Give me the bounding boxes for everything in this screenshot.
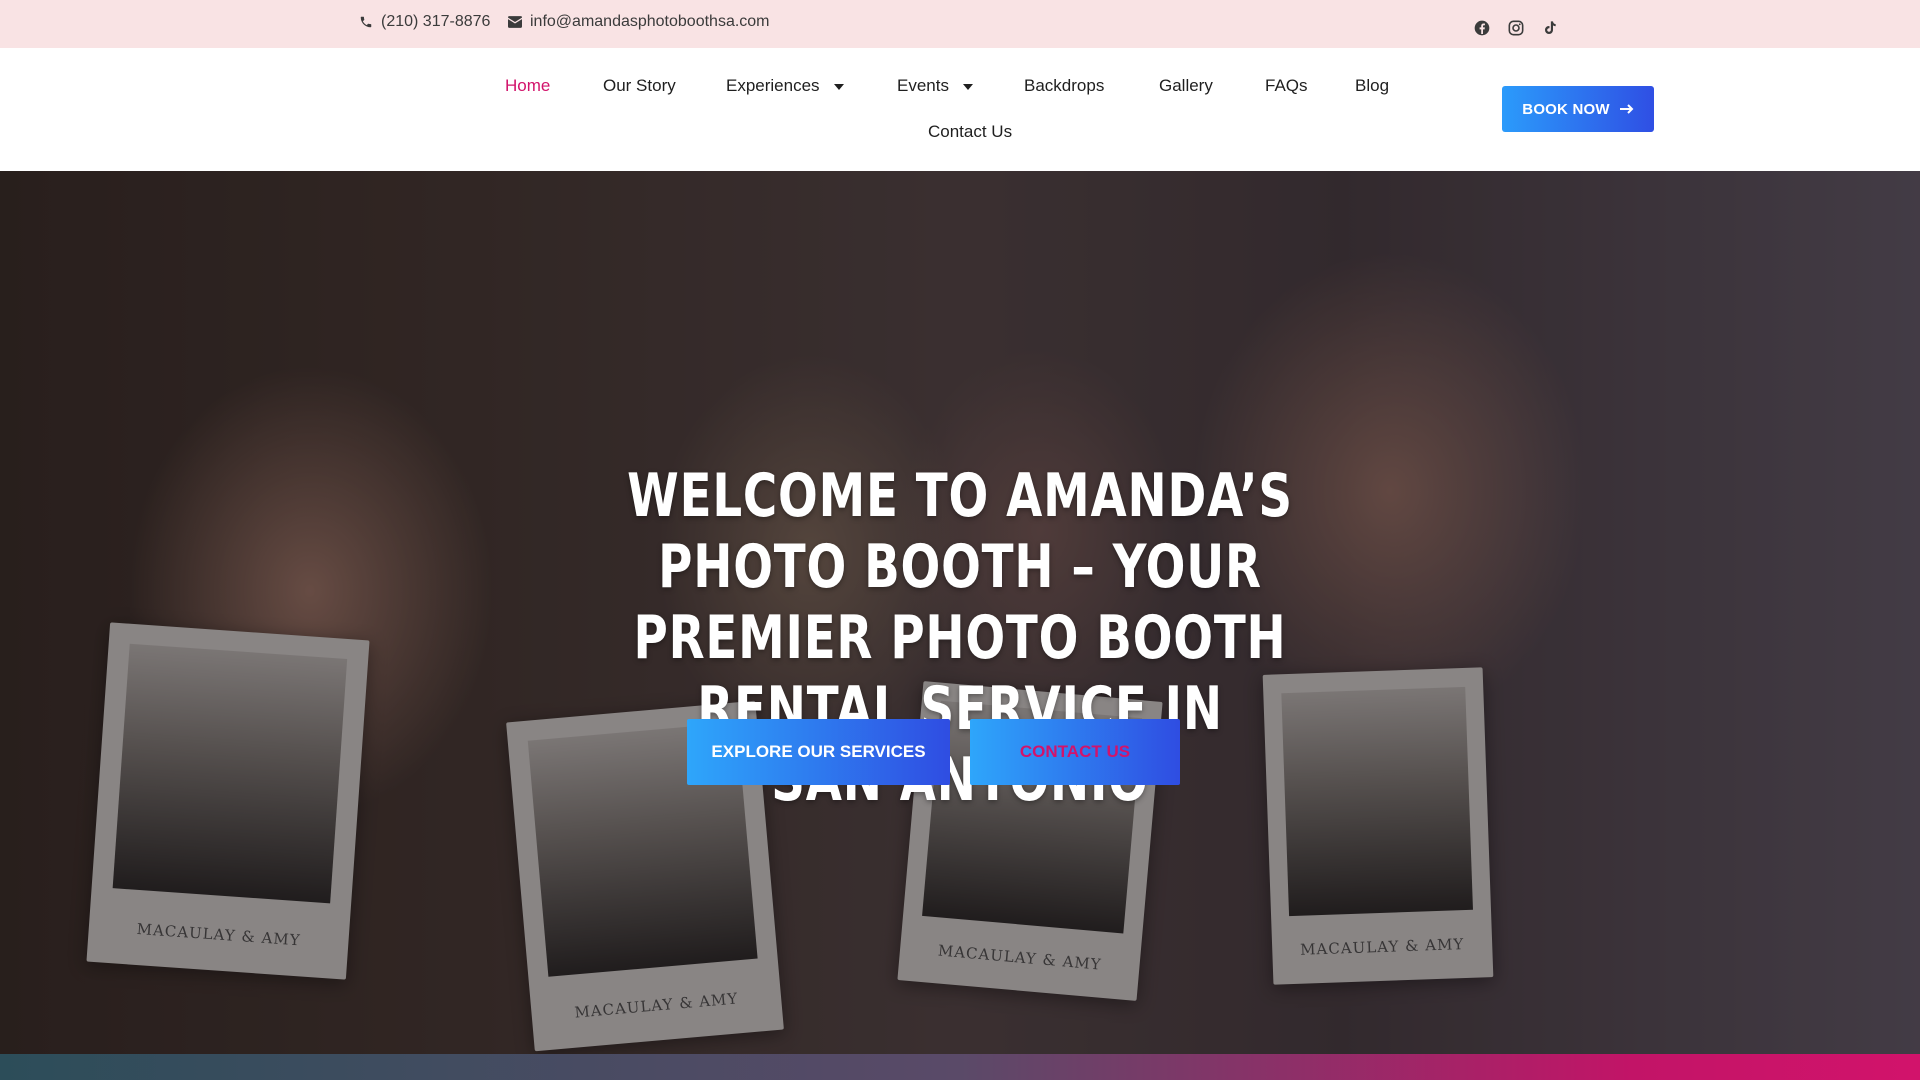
phone-link[interactable]: (210) 317-8876 bbox=[359, 13, 490, 31]
hero-section: MACAULAY & AMY MACAULAY & AMY MACAULAY &… bbox=[0, 171, 1920, 1054]
top-contact-bar: (210) 317-8876 info@amandasphotoboothsa.… bbox=[0, 0, 1920, 48]
nav-experiences[interactable]: Experiences bbox=[726, 76, 844, 96]
nav-blog[interactable]: Blog bbox=[1355, 76, 1389, 96]
nav-gallery[interactable]: Gallery bbox=[1159, 76, 1213, 96]
explore-services-button[interactable]: EXPLORE OUR SERVICES bbox=[687, 719, 950, 785]
book-now-button[interactable]: BOOK NOW bbox=[1502, 86, 1654, 132]
nav-contact-us[interactable]: Contact Us bbox=[928, 122, 1012, 142]
nav-events-label: Events bbox=[897, 76, 949, 95]
arrow-right-icon bbox=[1619, 101, 1634, 118]
email-link[interactable]: info@amandasphotoboothsa.com bbox=[508, 13, 770, 31]
email-address: info@amandasphotoboothsa.com bbox=[530, 13, 770, 30]
nav-our-story[interactable]: Our Story bbox=[603, 76, 676, 96]
envelope-icon bbox=[508, 16, 522, 28]
main-header: Home Our Story Experiences Events Backdr… bbox=[0, 48, 1920, 171]
book-now-label: BOOK NOW bbox=[1522, 100, 1610, 118]
social-links bbox=[1474, 20, 1558, 36]
instagram-icon[interactable] bbox=[1508, 20, 1524, 36]
nav-experiences-label: Experiences bbox=[726, 76, 820, 95]
contact-us-button[interactable]: CONTACT US bbox=[970, 719, 1180, 785]
chevron-down-icon bbox=[962, 84, 973, 90]
nav-backdrops[interactable]: Backdrops bbox=[1024, 76, 1104, 96]
hero-heading: WELCOME TO AMANDA’S PHOTO BOOTH – YOUR P… bbox=[531, 461, 1389, 816]
phone-icon bbox=[359, 15, 373, 29]
nav-home[interactable]: Home bbox=[505, 76, 550, 96]
tiktok-icon[interactable] bbox=[1542, 20, 1558, 36]
section-divider-bar bbox=[0, 1054, 1920, 1080]
facebook-icon[interactable] bbox=[1474, 20, 1490, 36]
nav-events[interactable]: Events bbox=[897, 76, 973, 96]
chevron-down-icon bbox=[833, 84, 844, 90]
nav-faqs[interactable]: FAQs bbox=[1265, 76, 1308, 96]
hero-heading-line: WELCOME TO AMANDA’S PHOTO BOOTH – YOUR bbox=[627, 461, 1293, 602]
phone-number: (210) 317-8876 bbox=[381, 13, 491, 30]
